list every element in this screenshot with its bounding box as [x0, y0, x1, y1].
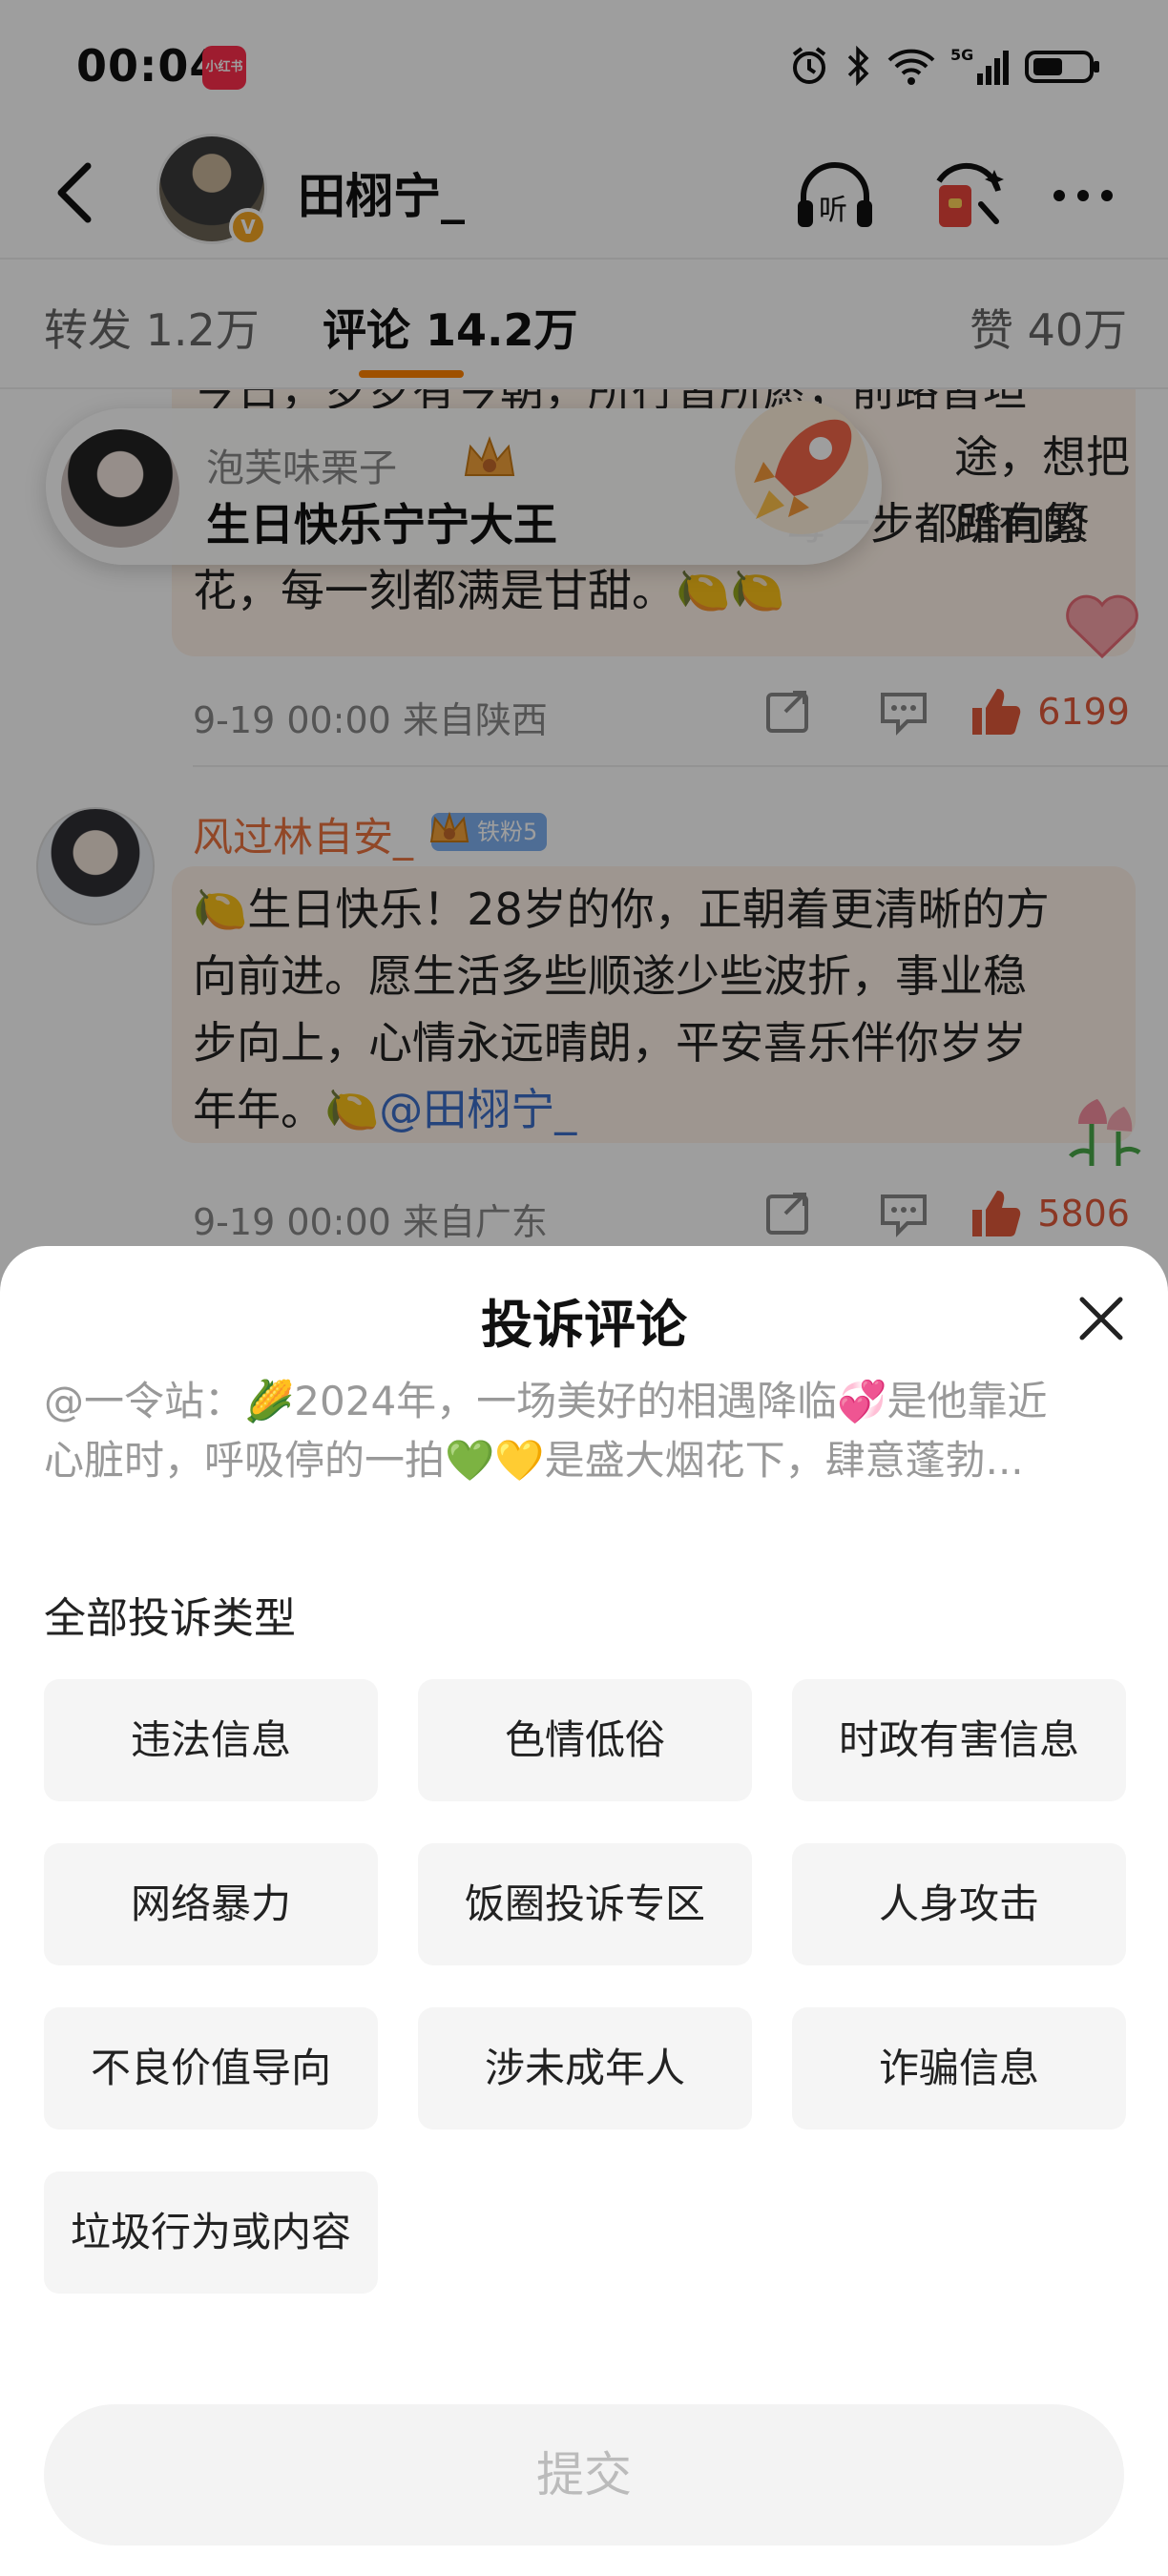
sheet-title: 投诉评论 — [481, 1295, 687, 1355]
report-option-personal-attack[interactable]: 人身攻击 — [792, 1843, 1126, 1965]
preview-line-2: 心脏时，呼吸停的一拍💚💛是盛大烟花下，肆意蓬勃... — [44, 1437, 1024, 1484]
report-comment-sheet: 投诉评论 @一令站：🌽2024年，一场美好的相遇降临💞是他靠近 心脏时，呼吸停的… — [0, 1246, 1168, 2576]
report-option-fandom[interactable]: 饭圈投诉专区 — [418, 1843, 752, 1965]
report-option-spam[interactable]: 垃圾行为或内容 — [44, 2171, 378, 2294]
report-option-illegal[interactable]: 违法信息 — [44, 1679, 378, 1801]
report-option-minors[interactable]: 涉未成年人 — [418, 2007, 752, 2129]
report-option-cyberbullying[interactable]: 网络暴力 — [44, 1843, 378, 1965]
submit-button[interactable]: 提交 — [44, 2404, 1124, 2545]
preview-line-1: @一令站：🌽2024年，一场美好的相遇降临💞是他靠近 — [44, 1378, 1048, 1424]
report-types-label: 全部投诉类型 — [44, 1594, 296, 1643]
close-icon[interactable] — [1069, 1286, 1134, 1351]
report-option-bad-values[interactable]: 不良价值导向 — [44, 2007, 378, 2129]
report-option-fraud[interactable]: 诈骗信息 — [792, 2007, 1126, 2129]
report-option-pornographic[interactable]: 色情低俗 — [418, 1679, 752, 1801]
reported-comment-preview: @一令站：🌽2024年，一场美好的相遇降临💞是他靠近 心脏时，呼吸停的一拍💚💛是… — [44, 1372, 1122, 1490]
report-option-political[interactable]: 时政有害信息 — [792, 1679, 1126, 1801]
